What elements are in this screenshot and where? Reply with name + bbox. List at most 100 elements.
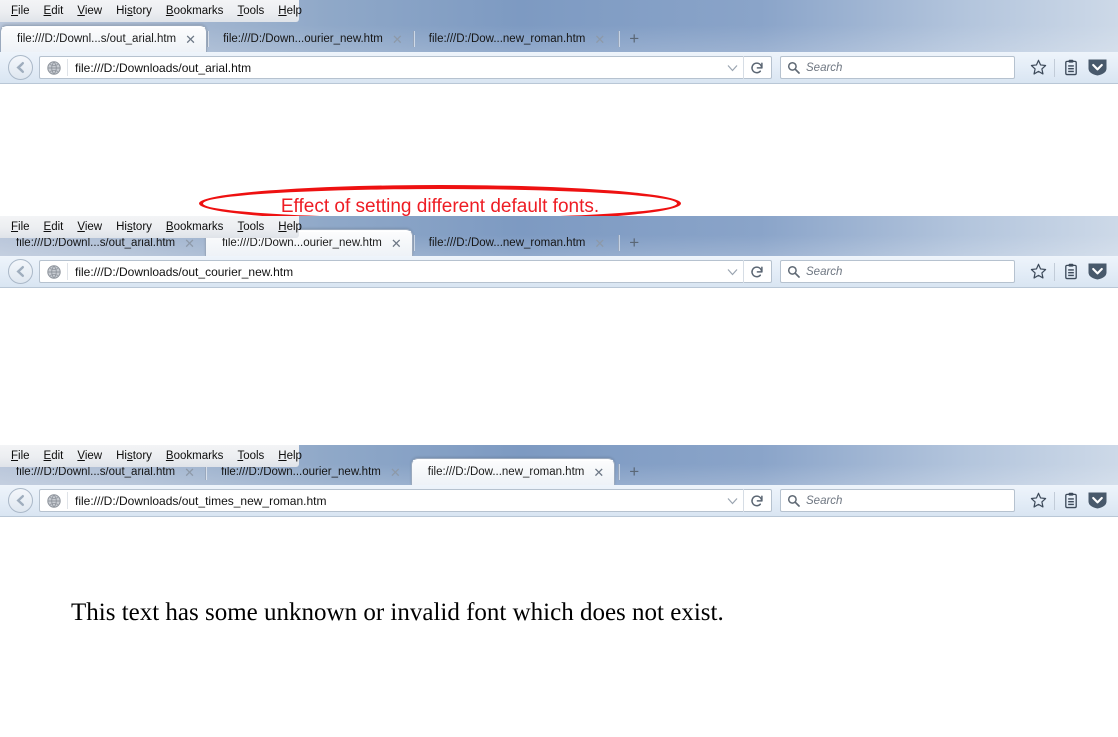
close-icon[interactable]: ✕ bbox=[594, 33, 605, 46]
back-button[interactable] bbox=[8, 259, 33, 284]
close-icon[interactable]: ✕ bbox=[391, 237, 402, 250]
menu-item-history[interactable]: History bbox=[109, 216, 159, 238]
reading-list-button[interactable] bbox=[1058, 56, 1084, 80]
menu-strip: File Edit View History Bookmarks Tools H… bbox=[0, 216, 1118, 256]
menu-item-tools[interactable]: Tools bbox=[230, 0, 271, 22]
back-button[interactable] bbox=[8, 55, 33, 80]
menu-item-edit[interactable]: Edit bbox=[37, 0, 71, 22]
new-tab-button[interactable]: + bbox=[621, 26, 647, 52]
toolbar-icons bbox=[1025, 489, 1110, 513]
reload-button[interactable] bbox=[743, 56, 769, 79]
tab-out-times-new-roman[interactable]: file:///D:/Dow...new_roman.htm ✕ bbox=[413, 230, 616, 256]
url-divider bbox=[67, 492, 68, 509]
menu-item-help[interactable]: Help bbox=[271, 445, 309, 467]
chevron-down-icon[interactable] bbox=[721, 64, 743, 72]
menu-item-file[interactable]: File bbox=[4, 216, 37, 238]
url-bar[interactable]: file:///D:/Downloads/out_courier_new.htm bbox=[39, 260, 772, 283]
close-icon[interactable]: ✕ bbox=[184, 466, 195, 479]
plus-icon: + bbox=[629, 29, 639, 49]
search-bar[interactable]: Search bbox=[780, 260, 1015, 283]
tab-out-times-new-roman[interactable]: file:///D:/Dow...new_roman.htm ✕ bbox=[413, 26, 616, 52]
close-icon[interactable]: ✕ bbox=[184, 237, 195, 250]
plus-icon: + bbox=[629, 462, 639, 482]
app-menu-button[interactable] bbox=[1084, 56, 1110, 80]
menu-item-view[interactable]: View bbox=[70, 445, 109, 467]
chevron-down-shield-icon bbox=[1087, 58, 1108, 77]
plus-icon: + bbox=[629, 233, 639, 253]
new-tab-button[interactable]: + bbox=[621, 230, 647, 256]
menu-bar: File Edit View History Bookmarks Tools H… bbox=[0, 445, 299, 467]
menu-strip: File Edit View History Bookmarks Tools H… bbox=[0, 445, 1118, 485]
reload-icon bbox=[750, 494, 764, 508]
close-icon[interactable]: ✕ bbox=[594, 237, 605, 250]
menu-item-bookmarks[interactable]: Bookmarks bbox=[159, 445, 231, 467]
tab-label: file:///D:/Downl...s/out_arial.htm bbox=[17, 33, 176, 45]
search-icon bbox=[787, 494, 800, 507]
globe-favicon bbox=[46, 264, 62, 280]
tab-label: file:///D:/Downl...s/out_arial.htm bbox=[16, 237, 175, 249]
back-button[interactable] bbox=[8, 488, 33, 513]
url-bar[interactable]: file:///D:/Downloads/out_times_new_roman… bbox=[39, 489, 772, 512]
app-menu-button[interactable] bbox=[1084, 260, 1110, 284]
menu-item-history[interactable]: History bbox=[109, 0, 159, 22]
tab-strip: file:///D:/Downl...s/out_arial.htm ✕ fil… bbox=[0, 25, 1118, 52]
navigation-toolbar: file:///D:/Downloads/out_courier_new.htm… bbox=[0, 256, 1118, 288]
menu-bar: File Edit View History Bookmarks Tools H… bbox=[0, 216, 299, 238]
menu-bar: File Edit View History Bookmarks Tools H… bbox=[0, 0, 299, 22]
menu-item-view[interactable]: View bbox=[70, 216, 109, 238]
close-icon[interactable]: ✕ bbox=[390, 466, 401, 479]
search-placeholder: Search bbox=[806, 266, 842, 278]
close-icon[interactable]: ✕ bbox=[392, 33, 403, 46]
menu-item-tools[interactable]: Tools bbox=[230, 216, 271, 238]
url-divider bbox=[67, 59, 68, 76]
chevron-down-shield-icon bbox=[1087, 262, 1108, 281]
browser-window-courier-new: File Edit View History Bookmarks Tools H… bbox=[0, 216, 1118, 445]
tab-out-times-new-roman[interactable]: file:///D:/Dow...new_roman.htm ✕ bbox=[411, 458, 616, 485]
menu-item-file[interactable]: File bbox=[4, 0, 37, 22]
menu-item-bookmarks[interactable]: Bookmarks bbox=[159, 216, 231, 238]
menu-item-edit[interactable]: Edit bbox=[37, 216, 71, 238]
globe-favicon bbox=[46, 60, 62, 76]
bookmark-star-button[interactable] bbox=[1025, 56, 1051, 80]
menu-item-view[interactable]: View bbox=[70, 0, 109, 22]
page-body-text: This text has some unknown or invalid fo… bbox=[71, 599, 724, 627]
reading-list-button[interactable] bbox=[1058, 489, 1084, 513]
close-icon[interactable]: ✕ bbox=[185, 33, 196, 46]
search-bar[interactable]: Search bbox=[780, 56, 1015, 79]
reload-button[interactable] bbox=[743, 489, 769, 512]
tab-label: file:///D:/Dow...new_roman.htm bbox=[429, 33, 586, 45]
page-heading: Effect of setting different default font… bbox=[199, 196, 681, 216]
menu-item-tools[interactable]: Tools bbox=[230, 445, 271, 467]
screenshot-root: File Edit View History Bookmarks Tools H… bbox=[0, 0, 1118, 737]
star-icon bbox=[1030, 492, 1047, 509]
star-icon bbox=[1030, 263, 1047, 280]
new-tab-button[interactable]: + bbox=[621, 459, 647, 485]
tab-out-arial[interactable]: file:///D:/Downl...s/out_arial.htm ✕ bbox=[0, 25, 207, 52]
reading-list-button[interactable] bbox=[1058, 260, 1084, 284]
tab-out-courier-new[interactable]: file:///D:/Down...ourier_new.htm ✕ bbox=[207, 26, 413, 52]
url-bar[interactable]: file:///D:/Downloads/out_arial.htm bbox=[39, 56, 772, 79]
menu-item-help[interactable]: Help bbox=[271, 0, 309, 22]
search-bar[interactable]: Search bbox=[780, 489, 1015, 512]
browser-window-arial: File Edit View History Bookmarks Tools H… bbox=[0, 0, 1118, 216]
menu-item-edit[interactable]: Edit bbox=[37, 445, 71, 467]
tab-label: file:///D:/Down...ourier_new.htm bbox=[221, 466, 381, 478]
reload-icon bbox=[750, 61, 764, 75]
close-icon[interactable]: ✕ bbox=[593, 466, 604, 479]
menu-item-file[interactable]: File bbox=[4, 445, 37, 467]
chevron-down-icon[interactable] bbox=[721, 268, 743, 276]
chevron-down-icon[interactable] bbox=[721, 497, 743, 505]
menu-item-help[interactable]: Help bbox=[271, 216, 309, 238]
app-menu-button[interactable] bbox=[1084, 489, 1110, 513]
bookmark-star-button[interactable] bbox=[1025, 260, 1051, 284]
menu-item-history[interactable]: History bbox=[109, 445, 159, 467]
bookmark-star-button[interactable] bbox=[1025, 489, 1051, 513]
menu-item-bookmarks[interactable]: Bookmarks bbox=[159, 0, 231, 22]
reload-button[interactable] bbox=[743, 260, 769, 283]
page-content-arial: Effect of setting different default font… bbox=[0, 84, 1118, 216]
tab-label: file:///D:/Down...ourier_new.htm bbox=[223, 33, 383, 45]
page-content-courier-new: This text has some unknown or invalid fo… bbox=[0, 288, 1118, 444]
url-divider bbox=[67, 263, 68, 280]
browser-window-times-new-roman: File Edit View History Bookmarks Tools H… bbox=[0, 445, 1118, 737]
menu-strip: File Edit View History Bookmarks Tools H… bbox=[0, 0, 1118, 52]
